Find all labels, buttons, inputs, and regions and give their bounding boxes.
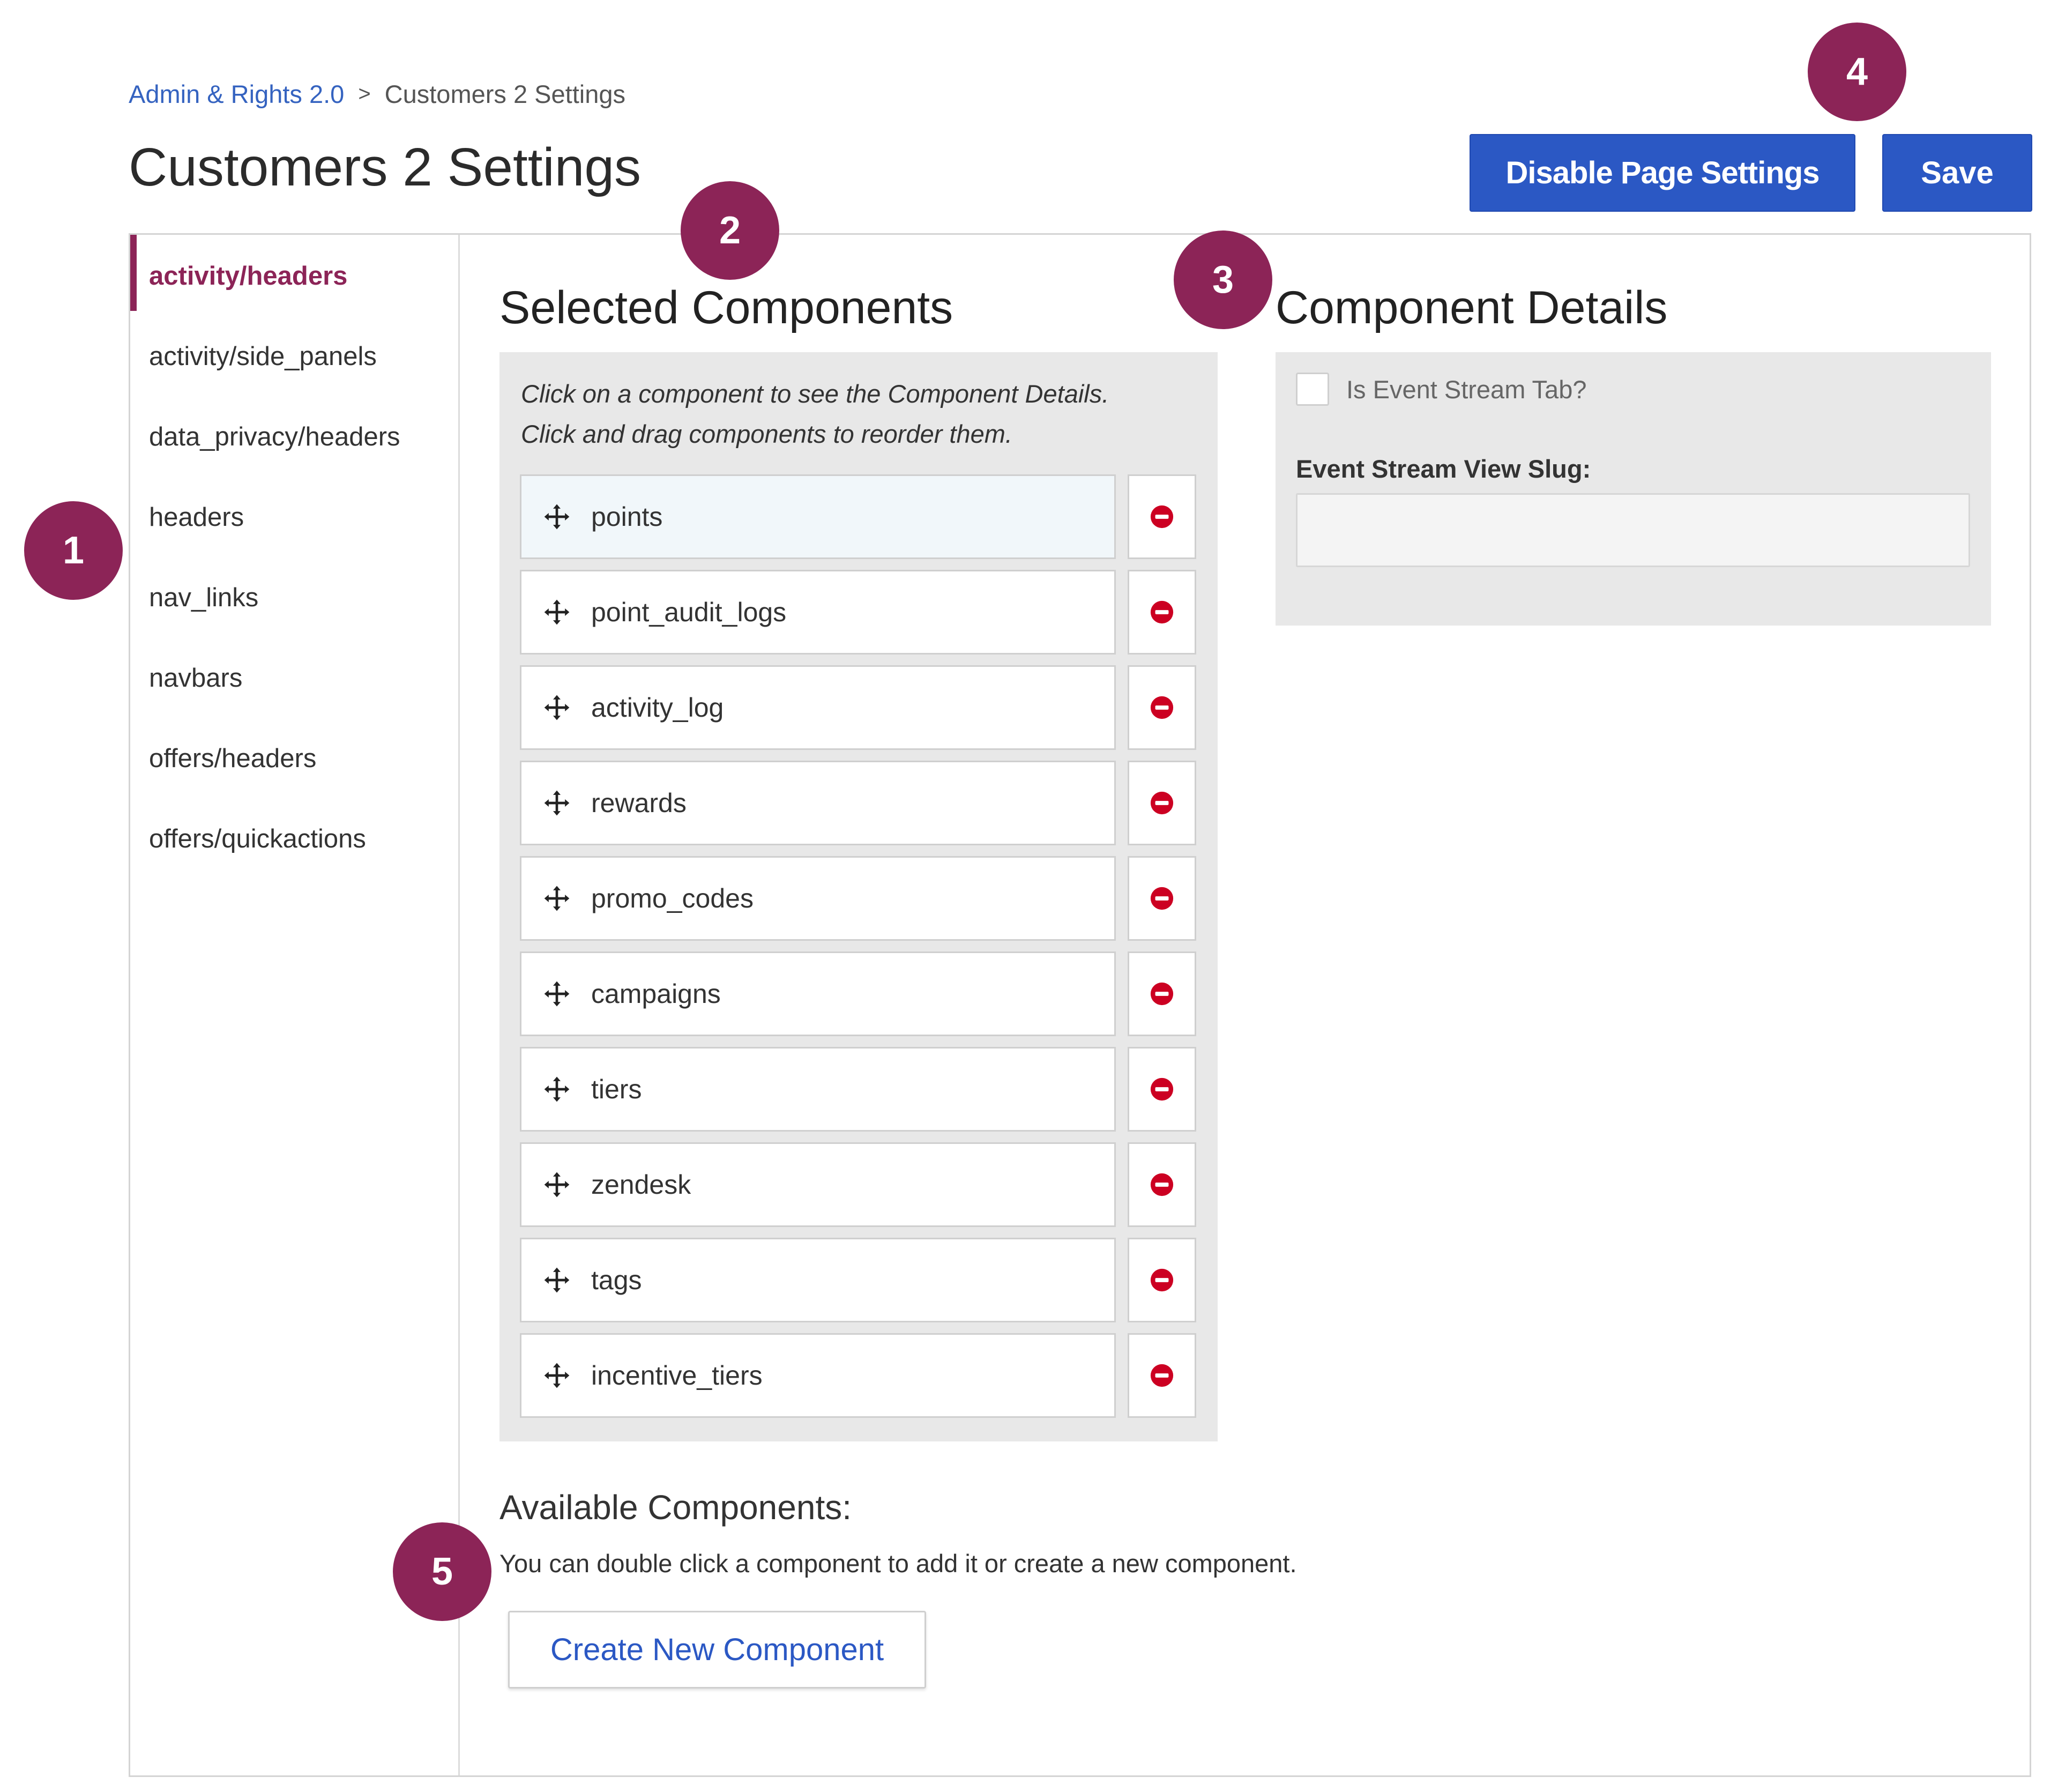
selected-components-hint-click: Click on a component to see the Componen…	[521, 379, 1109, 408]
sidebar-item-nav-links[interactable]: nav_links	[149, 582, 258, 614]
remove-button[interactable]	[1128, 665, 1196, 750]
save-button[interactable]: Save	[1882, 134, 2032, 212]
event-stream-view-slug-input[interactable]	[1296, 493, 1970, 567]
sidebar-item-activity-side-panels[interactable]: activity/side_panels	[149, 340, 377, 373]
available-components-description: You can double click a component to add …	[499, 1549, 1297, 1578]
remove-button[interactable]	[1128, 856, 1196, 941]
move-icon[interactable]	[542, 883, 572, 913]
remove-button[interactable]	[1128, 474, 1196, 559]
page-title: Customers 2 Settings	[129, 137, 641, 197]
remove-icon	[1150, 791, 1174, 815]
event-stream-tab-label: Is Event Stream Tab?	[1346, 375, 1587, 404]
breadcrumb-separator: >	[358, 81, 371, 106]
move-icon[interactable]	[542, 693, 572, 723]
remove-button[interactable]	[1128, 951, 1196, 1036]
move-icon[interactable]	[542, 1170, 572, 1200]
component-details-title: Component Details	[1276, 282, 1668, 333]
move-icon[interactable]	[542, 1265, 572, 1295]
breadcrumb-parent-link[interactable]: Admin & Rights 2.0	[129, 79, 344, 109]
callout-badge-5: 5	[393, 1522, 491, 1621]
remove-button[interactable]	[1128, 570, 1196, 655]
component-row[interactable]: activity_log	[520, 665, 1196, 750]
component-label: incentive_tiers	[591, 1360, 763, 1391]
component-label: tags	[591, 1265, 642, 1295]
sidebar-item-data-privacy-headers[interactable]: data_privacy/headers	[149, 421, 400, 453]
remove-button[interactable]	[1128, 1142, 1196, 1227]
move-icon[interactable]	[542, 1360, 572, 1391]
remove-icon	[1150, 982, 1174, 1006]
remove-button[interactable]	[1128, 1238, 1196, 1322]
move-icon[interactable]	[542, 597, 572, 627]
create-new-component-button[interactable]: Create New Component	[508, 1611, 926, 1689]
component-label: points	[591, 502, 663, 532]
event-stream-view-slug-label: Event Stream View Slug:	[1296, 454, 1591, 483]
component-row[interactable]: campaigns	[520, 951, 1196, 1036]
sidebar-item-navbars[interactable]: navbars	[149, 662, 242, 694]
component-row[interactable]: point_audit_logs	[520, 570, 1196, 655]
sidebar-item-activity-headers[interactable]: activity/headers	[149, 260, 347, 292]
component-label: point_audit_logs	[591, 597, 787, 627]
selected-components-hint-drag: Click and drag components to reorder the…	[521, 419, 1012, 448]
component-label: zendesk	[591, 1170, 691, 1200]
move-icon[interactable]	[542, 979, 572, 1009]
sidebar-item-offers-quickactions[interactable]: offers/quickactions	[149, 823, 366, 855]
component-label: campaigns	[591, 979, 721, 1009]
selected-components-title: Selected Components	[499, 282, 953, 333]
component-label: tiers	[591, 1074, 642, 1104]
remove-icon	[1150, 1077, 1174, 1101]
remove-icon	[1150, 1364, 1174, 1387]
component-label: promo_codes	[591, 883, 754, 913]
sidebar-active-indicator	[130, 235, 137, 311]
disable-page-settings-button[interactable]: Disable Page Settings	[1470, 134, 1855, 212]
move-icon[interactable]	[542, 502, 572, 532]
component-label: activity_log	[591, 693, 724, 723]
callout-badge-2: 2	[681, 181, 779, 280]
remove-icon	[1150, 1173, 1174, 1196]
component-row[interactable]: zendesk	[520, 1142, 1196, 1227]
remove-button[interactable]	[1128, 1333, 1196, 1418]
sidebar-item-offers-headers[interactable]: offers/headers	[149, 742, 316, 775]
remove-icon	[1150, 696, 1174, 719]
breadcrumb: Admin & Rights 2.0 > Customers 2 Setting…	[129, 78, 625, 110]
event-stream-tab-checkbox[interactable]	[1296, 373, 1329, 406]
callout-badge-1: 1	[24, 501, 123, 600]
remove-icon	[1150, 600, 1174, 624]
sidebar-item-headers[interactable]: headers	[149, 501, 244, 533]
component-row[interactable]: promo_codes	[520, 856, 1196, 941]
remove-icon	[1150, 1268, 1174, 1292]
callout-badge-3: 3	[1174, 230, 1272, 329]
breadcrumb-current: Customers 2 Settings	[384, 79, 625, 108]
component-row[interactable]: tags	[520, 1238, 1196, 1322]
remove-icon	[1150, 505, 1174, 529]
move-icon[interactable]	[542, 788, 572, 818]
remove-button[interactable]	[1128, 1047, 1196, 1132]
component-row[interactable]: incentive_tiers	[520, 1333, 1196, 1418]
component-row[interactable]: tiers	[520, 1047, 1196, 1132]
remove-icon	[1150, 887, 1174, 910]
available-components-title: Available Components:	[499, 1488, 852, 1527]
callout-badge-4: 4	[1808, 23, 1906, 121]
component-row[interactable]: rewards	[520, 761, 1196, 845]
component-row[interactable]: points	[520, 474, 1196, 559]
component-label: rewards	[591, 788, 687, 818]
remove-button[interactable]	[1128, 761, 1196, 845]
move-icon[interactable]	[542, 1074, 572, 1104]
